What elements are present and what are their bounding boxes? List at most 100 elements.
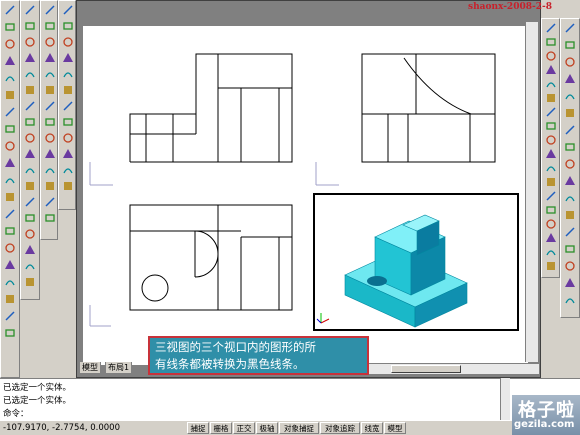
- extrude-icon[interactable]: [24, 100, 36, 112]
- iso-ne-icon[interactable]: [44, 132, 56, 144]
- shade-icon[interactable]: [44, 196, 56, 208]
- cone-icon[interactable]: [24, 52, 36, 64]
- line-icon[interactable]: [4, 4, 16, 16]
- line-icon[interactable]: [545, 22, 557, 34]
- viewport-side[interactable]: [313, 30, 519, 190]
- polar-button[interactable]: 极轴: [256, 422, 278, 434]
- dimtedit-icon[interactable]: [4, 225, 16, 237]
- mtext-icon[interactable]: [545, 260, 557, 272]
- text-icon[interactable]: [4, 38, 16, 50]
- view-left-icon[interactable]: [44, 36, 56, 48]
- setup-drawing-icon[interactable]: [24, 180, 36, 192]
- setup-profile-icon[interactable]: [24, 212, 36, 224]
- view-top-icon[interactable]: [62, 4, 74, 16]
- extend-icon[interactable]: [564, 192, 576, 204]
- tab-layout1[interactable]: 布局1: [105, 362, 133, 374]
- horizontal-scrollbar[interactable]: [350, 363, 540, 375]
- break-point-icon[interactable]: [564, 209, 576, 221]
- break-icon[interactable]: [564, 226, 576, 238]
- array-icon[interactable]: [564, 90, 576, 102]
- stretch-icon[interactable]: [564, 158, 576, 170]
- radius-icon[interactable]: [4, 72, 16, 84]
- chamfer-icon[interactable]: [564, 260, 576, 272]
- interfere-icon[interactable]: [24, 164, 36, 176]
- dimstyle-icon[interactable]: [4, 242, 16, 254]
- tolerance-icon[interactable]: [4, 174, 16, 186]
- view-front-icon[interactable]: [62, 68, 74, 80]
- construction-line-icon[interactable]: [545, 36, 557, 48]
- vertical-scrollbar[interactable]: [525, 22, 538, 362]
- subtract-icon[interactable]: [24, 244, 36, 256]
- iso-sw-icon[interactable]: [62, 100, 74, 112]
- view-back-icon[interactable]: [44, 84, 56, 96]
- fillet-icon[interactable]: [564, 277, 576, 289]
- layer-icon[interactable]: [4, 327, 16, 339]
- hatch-icon[interactable]: [545, 218, 557, 230]
- revolve-icon[interactable]: [24, 116, 36, 128]
- render-icon[interactable]: [44, 212, 56, 224]
- angular-icon[interactable]: [4, 106, 16, 118]
- orbit-icon[interactable]: [62, 180, 74, 192]
- sphere-icon[interactable]: [24, 20, 36, 32]
- baseline-icon[interactable]: [4, 123, 16, 135]
- otrack-button[interactable]: 对象追踪: [320, 422, 360, 434]
- view-top-icon[interactable]: [44, 4, 56, 16]
- table-icon[interactable]: [545, 246, 557, 258]
- dimedit-icon[interactable]: [4, 208, 16, 220]
- circle-icon[interactable]: [545, 106, 557, 118]
- leader-icon[interactable]: [4, 157, 16, 169]
- setup-view-icon[interactable]: [24, 196, 36, 208]
- arc-icon[interactable]: [545, 92, 557, 104]
- spline-icon[interactable]: [545, 134, 557, 146]
- iso-se-icon[interactable]: [44, 116, 56, 128]
- osnap-button[interactable]: 对象捕捉: [279, 422, 319, 434]
- command-scrollbar[interactable]: [500, 378, 510, 420]
- polygon-icon[interactable]: [545, 64, 557, 76]
- union-icon[interactable]: [24, 228, 36, 240]
- ellipse-icon[interactable]: [545, 148, 557, 160]
- rectangle-icon[interactable]: [545, 78, 557, 90]
- section-icon[interactable]: [24, 148, 36, 160]
- move-icon[interactable]: [564, 107, 576, 119]
- erase-icon[interactable]: [564, 22, 576, 34]
- view-left-icon[interactable]: [62, 36, 74, 48]
- mirror-icon[interactable]: [564, 56, 576, 68]
- iso-ne-icon[interactable]: [62, 132, 74, 144]
- diameter-icon[interactable]: [4, 89, 16, 101]
- slice-icon[interactable]: [24, 132, 36, 144]
- region-icon[interactable]: [545, 232, 557, 244]
- arc-dim-icon[interactable]: [4, 55, 16, 67]
- offset-icon[interactable]: [564, 73, 576, 85]
- scale-icon[interactable]: [564, 141, 576, 153]
- view-front-icon[interactable]: [44, 68, 56, 80]
- solidedit-icon[interactable]: [24, 276, 36, 288]
- point-icon[interactable]: [545, 204, 557, 216]
- polyline-icon[interactable]: [545, 50, 557, 62]
- cylinder-icon[interactable]: [24, 36, 36, 48]
- trim-icon[interactable]: [564, 175, 576, 187]
- torus-icon[interactable]: [24, 84, 36, 96]
- view-icon[interactable]: [4, 310, 16, 322]
- viewport-front[interactable]: [87, 30, 310, 190]
- override-icon[interactable]: [4, 276, 16, 288]
- continue-icon[interactable]: [4, 140, 16, 152]
- ucs-icon[interactable]: [4, 293, 16, 305]
- snap-button[interactable]: 捕捉: [187, 422, 209, 434]
- viewport-top[interactable]: [87, 193, 310, 331]
- make-block-icon[interactable]: [545, 190, 557, 202]
- model-button[interactable]: 模型: [384, 422, 406, 434]
- lineweight-button[interactable]: 线宽: [361, 422, 383, 434]
- iso-nw-icon[interactable]: [62, 148, 74, 160]
- center-mark-icon[interactable]: [4, 191, 16, 203]
- iso-sw-icon[interactable]: [44, 100, 56, 112]
- intersect-icon[interactable]: [24, 260, 36, 272]
- wedge-icon[interactable]: [24, 68, 36, 80]
- box-icon[interactable]: [24, 4, 36, 16]
- command-window[interactable]: 已选定一个实体。 已选定一个实体。 命令：: [0, 378, 580, 420]
- ortho-button[interactable]: 正交: [233, 422, 255, 434]
- view-right-icon[interactable]: [44, 52, 56, 64]
- view-right-icon[interactable]: [62, 52, 74, 64]
- camera-icon[interactable]: [62, 164, 74, 176]
- iso-nw-icon[interactable]: [44, 148, 56, 160]
- camera-icon[interactable]: [44, 164, 56, 176]
